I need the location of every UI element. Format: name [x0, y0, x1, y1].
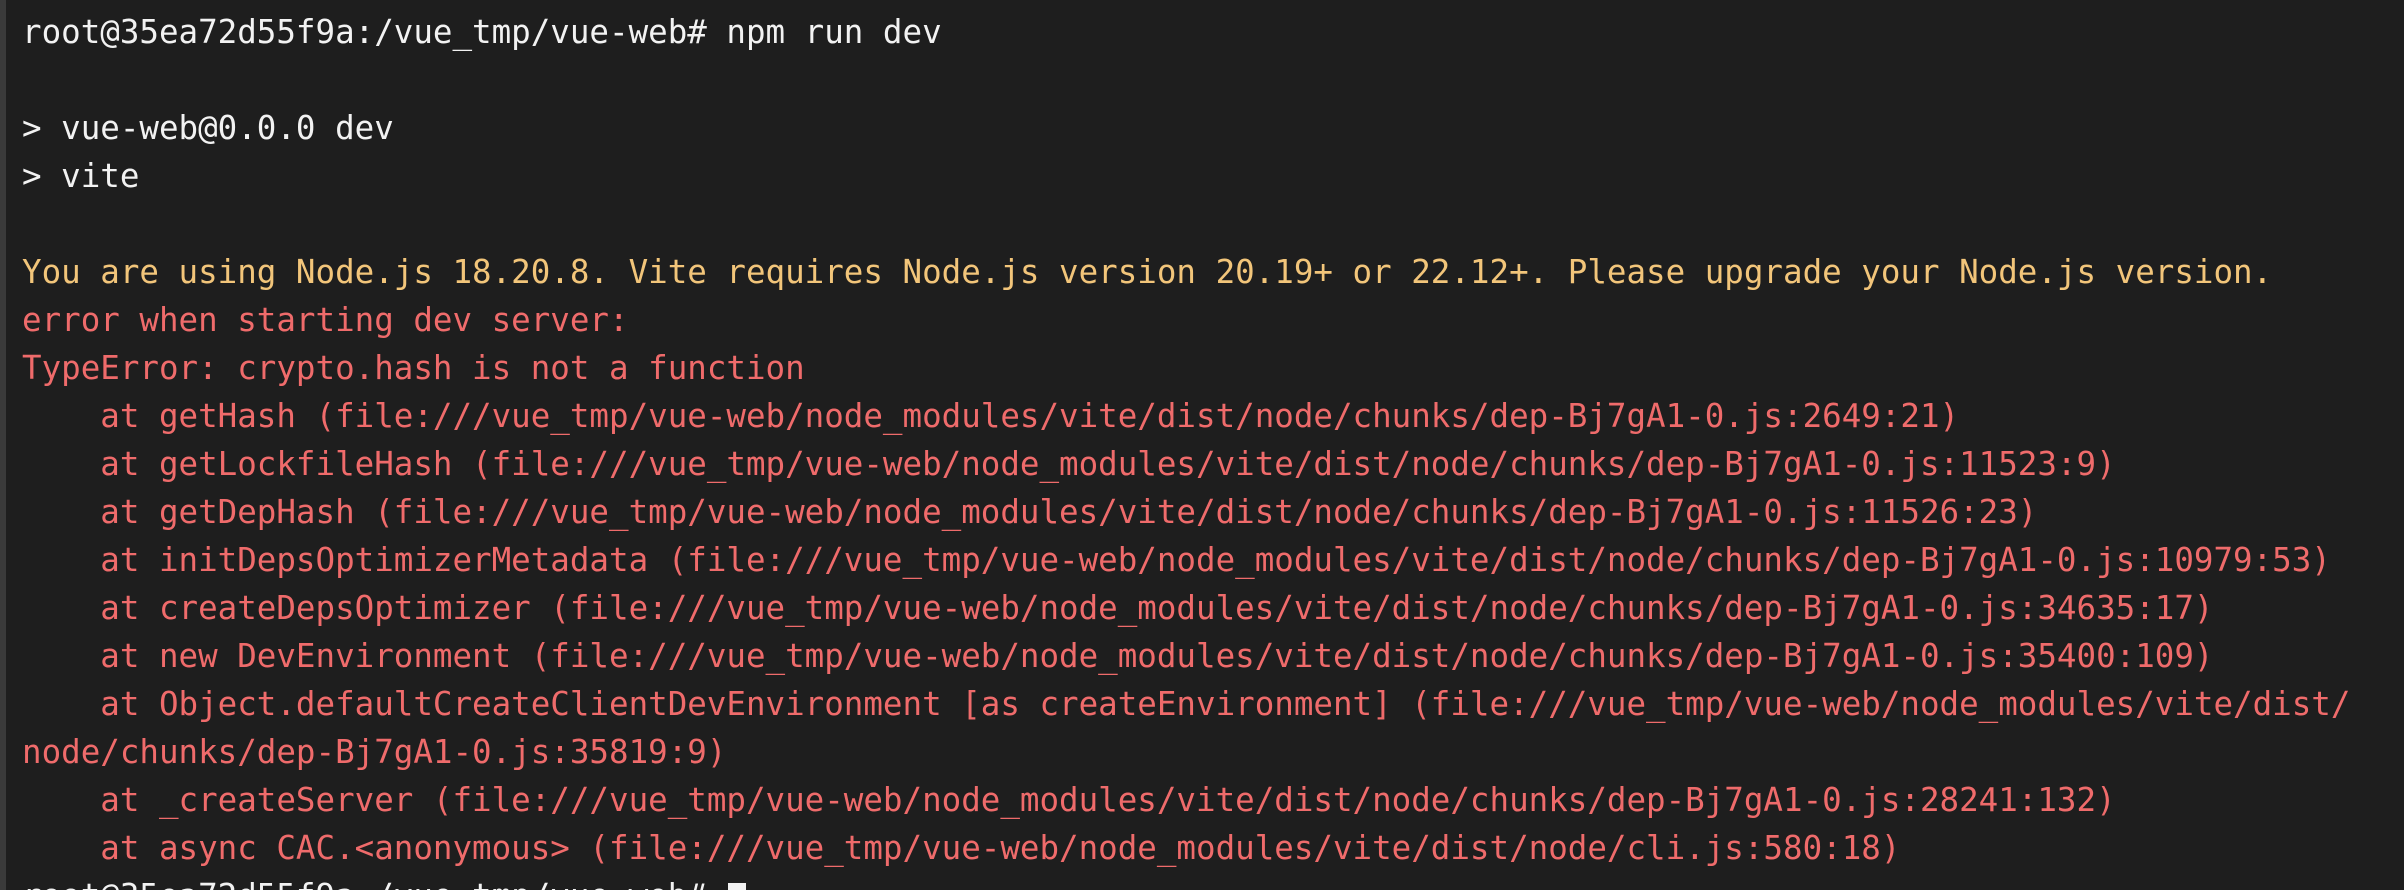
stack-trace-line: at getDepHash (file:///vue_tmp/vue-web/n… — [22, 493, 2038, 531]
terminal-window[interactable]: root@35ea72d55f9a:/vue_tmp/vue-web# npm … — [0, 0, 2404, 890]
stack-trace-line: at getLockfileHash (file:///vue_tmp/vue-… — [22, 445, 2116, 483]
npm-script-cmd-line: > vite — [22, 157, 140, 195]
terminal-cursor — [728, 883, 747, 890]
stack-trace-line: at initDepsOptimizerMetadata (file:///vu… — [22, 541, 2331, 579]
final-prompt-text: root@35ea72d55f9a:/vue_tmp/vue-web# — [22, 877, 726, 890]
final-prompt-line[interactable]: root@35ea72d55f9a:/vue_tmp/vue-web# — [22, 872, 2404, 890]
stack-trace-line: at Object.defaultCreateClientDevEnvironm… — [22, 685, 2351, 723]
type-error-line: TypeError: crypto.hash is not a function — [22, 349, 805, 387]
stack-trace-line-wrapped: node/chunks/dep-Bj7gA1-0.js:35819:9) — [22, 733, 727, 771]
npm-script-name-line: > vue-web@0.0.0 dev — [22, 109, 394, 147]
stack-trace-line: at new DevEnvironment (file:///vue_tmp/v… — [22, 637, 2214, 675]
prompt-command-line: root@35ea72d55f9a:/vue_tmp/vue-web# npm … — [22, 13, 942, 51]
stack-trace-line: at getHash (file:///vue_tmp/vue-web/node… — [22, 397, 1960, 435]
stack-trace-line: at createDepsOptimizer (file:///vue_tmp/… — [22, 589, 2214, 627]
stack-trace-line: at _createServer (file:///vue_tmp/vue-we… — [22, 781, 2116, 819]
node-version-warning: You are using Node.js 18.20.8. Vite requ… — [22, 253, 2273, 291]
stack-trace-line: at async CAC.<anonymous> (file:///vue_tm… — [22, 829, 1901, 867]
error-start-line: error when starting dev server: — [22, 301, 629, 339]
